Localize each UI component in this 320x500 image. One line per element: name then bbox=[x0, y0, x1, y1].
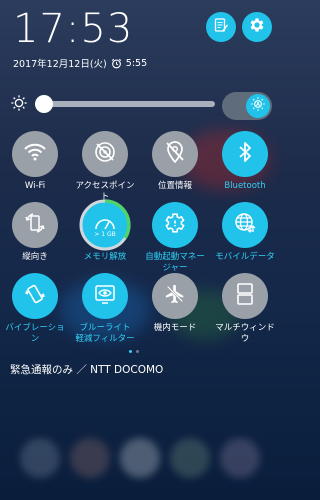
tile-hotspot-button[interactable] bbox=[82, 131, 128, 177]
svg-text:A: A bbox=[256, 102, 260, 108]
tile-bluetooth[interactable]: Bluetooth bbox=[210, 131, 280, 192]
page-dot-active[interactable] bbox=[129, 350, 132, 353]
tile-location-label: 位置情報 bbox=[157, 181, 192, 191]
alarm-clock-icon bbox=[111, 58, 122, 69]
tile-airplane-button[interactable] bbox=[152, 273, 198, 319]
brightness-icon bbox=[10, 94, 28, 116]
auto-brightness-icon: A bbox=[250, 96, 266, 116]
page-indicator bbox=[129, 350, 139, 353]
alarm-time: 5:55 bbox=[125, 57, 148, 69]
dock-blur bbox=[170, 438, 210, 478]
multiwindow-icon bbox=[235, 282, 255, 310]
date-text: 2017年12月12日(火) bbox=[13, 59, 107, 70]
tile-bluetooth-label: Bluetooth bbox=[224, 181, 266, 191]
bluetooth-icon bbox=[237, 140, 253, 168]
tile-auto-start-label: 自動起動マネー ジャー bbox=[145, 252, 205, 273]
tile-hotspot[interactable]: アクセスポイン ト bbox=[70, 131, 140, 203]
memory-gauge-text: > 1 GB bbox=[94, 231, 116, 238]
tile-memory-boost[interactable]: > 1 GB メモリ解放 bbox=[70, 199, 140, 263]
page-dot[interactable] bbox=[136, 350, 139, 353]
tile-multiwindow-button[interactable] bbox=[222, 273, 268, 319]
tile-multiwindow[interactable]: マルチウィンド ウ bbox=[210, 273, 280, 345]
edit-quick-settings-button[interactable] bbox=[206, 12, 236, 42]
tile-rotation[interactable]: 縦向き bbox=[0, 202, 70, 263]
tile-mobile-data[interactable]: モバイルデータ bbox=[210, 202, 280, 263]
vibration-icon bbox=[23, 282, 47, 310]
dock-blur bbox=[220, 438, 260, 478]
tile-rotation-button[interactable] bbox=[12, 202, 58, 248]
tile-airplane-label: 機内モード bbox=[153, 323, 197, 333]
tile-bluelight-filter[interactable]: ブルーライト 軽減フィルター bbox=[70, 273, 140, 345]
tile-location[interactable]: 位置情報 bbox=[140, 131, 210, 192]
tile-mobile-data-button[interactable] bbox=[222, 202, 268, 248]
auto-brightness-knob: A bbox=[246, 94, 270, 118]
hotspot-off-icon bbox=[93, 140, 117, 168]
brightness-slider-thumb[interactable] bbox=[35, 95, 53, 113]
auto-brightness-toggle[interactable]: A bbox=[222, 92, 272, 120]
gear-icon bbox=[248, 16, 266, 38]
location-off-icon bbox=[164, 140, 186, 168]
tile-bluetooth-button[interactable] bbox=[222, 131, 268, 177]
clock[interactable]: 17:53 bbox=[13, 6, 133, 52]
tile-location-button[interactable] bbox=[152, 131, 198, 177]
rotation-lock-icon bbox=[23, 211, 47, 239]
dock-blur bbox=[70, 438, 110, 478]
tile-airplane[interactable]: 機内モード bbox=[140, 273, 210, 334]
brightness-slider[interactable] bbox=[35, 95, 215, 113]
tile-rotation-label: 縦向き bbox=[22, 252, 48, 262]
date-row: 2017年12月12日(火) 5:55 bbox=[13, 56, 148, 71]
settings-button[interactable] bbox=[242, 12, 272, 42]
carrier-status: 緊急通報のみ ／ NTT DOCOMO bbox=[10, 364, 164, 376]
tile-multiwindow-label: マルチウィンド ウ bbox=[215, 323, 275, 344]
tile-auto-start-button[interactable] bbox=[152, 202, 198, 248]
tile-wifi[interactable]: Wi-Fi bbox=[0, 131, 70, 192]
tile-bluelight-filter-label: ブルーライト 軽減フィルター bbox=[75, 323, 135, 344]
edit-icon bbox=[213, 17, 229, 37]
gear-icon bbox=[163, 211, 187, 239]
tile-bluelight-filter-button[interactable] bbox=[82, 273, 128, 319]
globe-icon bbox=[233, 211, 257, 239]
tile-vibration-button[interactable] bbox=[12, 273, 58, 319]
tile-memory-boost-button[interactable]: > 1 GB bbox=[79, 199, 131, 251]
tile-vibration[interactable]: バイブレーショ ン bbox=[0, 273, 70, 345]
wifi-icon bbox=[23, 142, 47, 166]
tile-wifi-label: Wi-Fi bbox=[24, 181, 46, 191]
tile-wifi-button[interactable] bbox=[12, 131, 58, 177]
tile-memory-boost-label: メモリ解放 bbox=[83, 252, 127, 262]
airplane-icon bbox=[164, 283, 186, 309]
tile-mobile-data-label: モバイルデータ bbox=[215, 252, 275, 262]
tile-auto-start[interactable]: 自動起動マネー ジャー bbox=[140, 202, 210, 274]
dock-blur bbox=[120, 438, 160, 478]
tile-vibration-label: バイブレーショ ン bbox=[5, 323, 65, 344]
dock-blur bbox=[20, 438, 60, 478]
eye-icon bbox=[93, 282, 117, 310]
